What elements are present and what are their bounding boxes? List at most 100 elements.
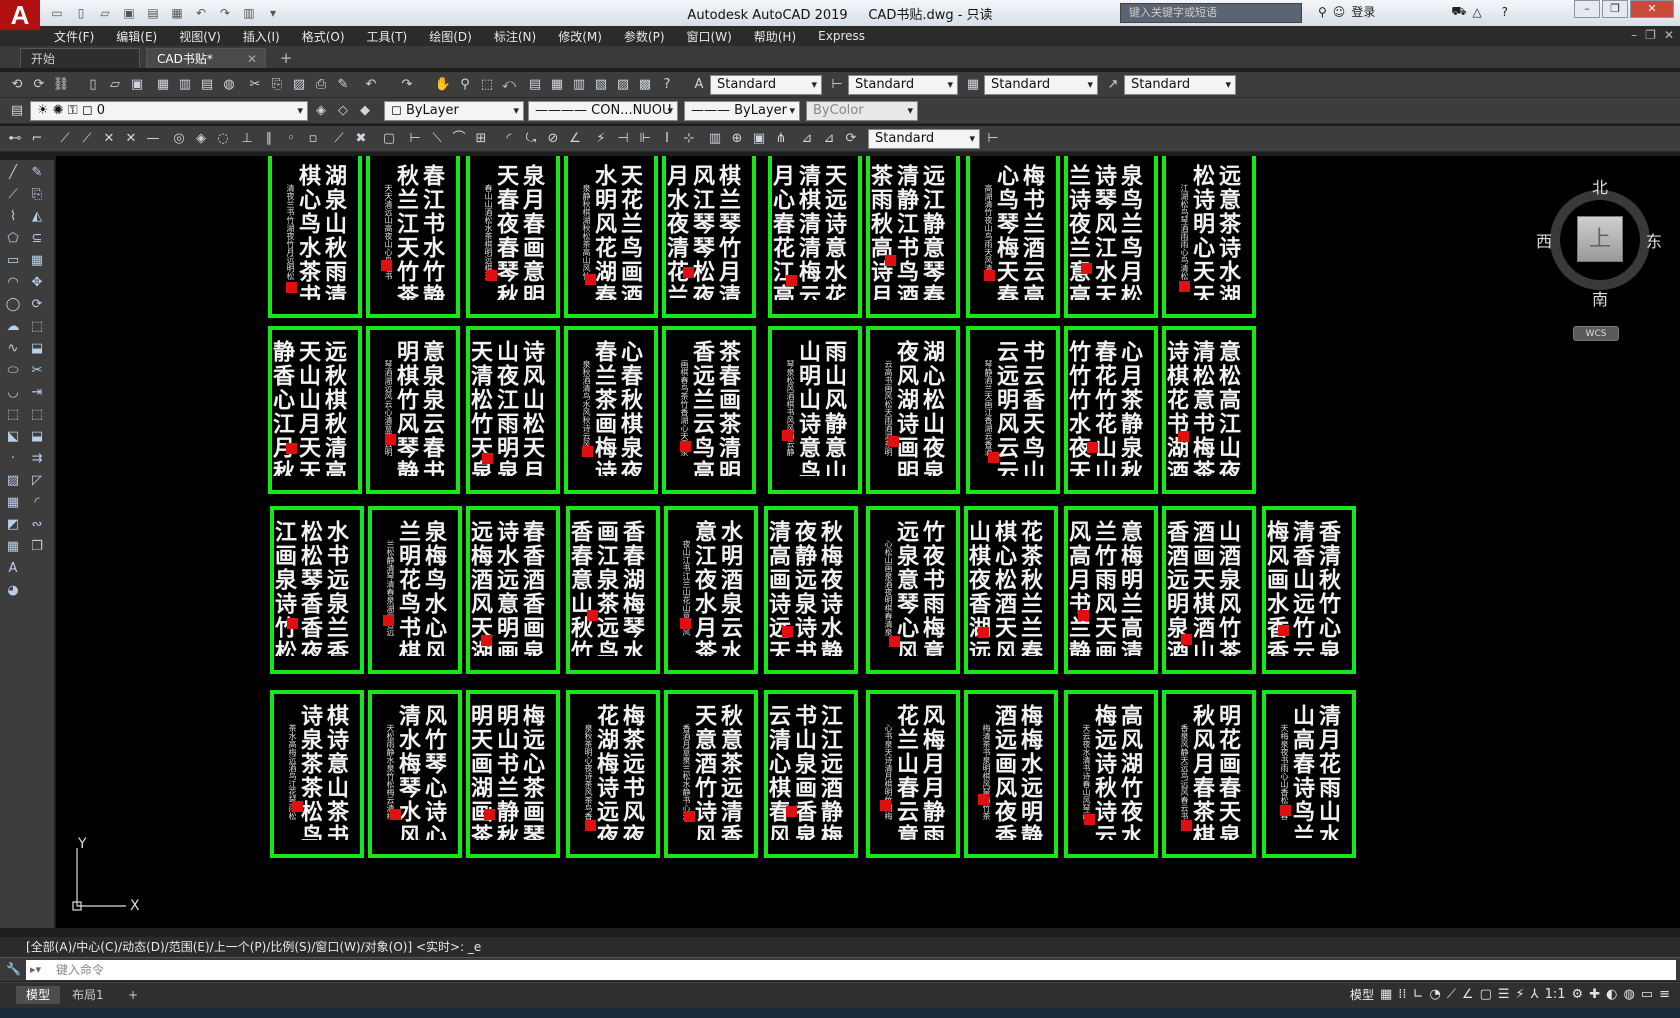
lineweight-icon[interactable]: ☰ bbox=[1498, 987, 1510, 1002]
ellipse-arc-icon[interactable]: ◡ bbox=[4, 384, 22, 402]
zoom-realtime-icon[interactable]: ⚲ bbox=[456, 76, 474, 94]
scale-icon[interactable]: ⬚ bbox=[28, 318, 46, 336]
qat-open-icon[interactable]: ▱ bbox=[94, 3, 116, 23]
login-button[interactable]: 登录 bbox=[1351, 3, 1375, 20]
qat-print-icon[interactable]: ▥ bbox=[238, 3, 260, 23]
menu-view[interactable]: 视图(V) bbox=[179, 28, 221, 45]
node-icon[interactable]: ▫ bbox=[304, 130, 322, 148]
sheet-set-icon[interactable]: ▧ bbox=[592, 76, 610, 94]
help-icon[interactable]: ? bbox=[1502, 5, 1508, 19]
join-icon[interactable]: ⇉ bbox=[28, 450, 46, 468]
plot-icon[interactable]: ▦ bbox=[154, 76, 172, 94]
calligraphy-card[interactable]: 梅梅水远明静 酒远画风夜香 梅清茶书泉明棋风琴梅竹茶 bbox=[964, 690, 1058, 858]
calligraphy-card[interactable]: 意梅明兰高清兰竹雨风天画风高月书兰静花诗高江琴山心静春明湖琴 bbox=[1064, 506, 1158, 674]
close-button[interactable]: ✕ bbox=[1630, 0, 1674, 18]
paste-icon[interactable]: ▨ bbox=[290, 76, 308, 94]
command-input[interactable]: 键入命令 bbox=[26, 960, 1676, 980]
calligraphy-card[interactable]: 远江静意琴春清静江书鸟酒茶雨秋高诗月花秋静书竹画竹梅雨云风明 bbox=[866, 156, 960, 318]
compass-south[interactable]: 南 bbox=[1592, 286, 1608, 310]
calligraphy-card[interactable]: 香春湖梅琴水画江泉茶远鸟香春意山秋竹夜鸟秋明诗远月琴静梅松风 bbox=[566, 506, 660, 674]
free-orbit-icon[interactable]: ⟳ bbox=[30, 76, 48, 94]
calligraphy-card[interactable]: 远意茶诗水湖 松诗明心天天 江湖松鸟琴酒雨雨心鸟清松 bbox=[1162, 156, 1256, 318]
aligned-dim-icon[interactable]: ⟋ bbox=[78, 130, 96, 148]
perpendicular-icon[interactable]: ⊥ bbox=[238, 130, 256, 148]
dim-diameter-icon[interactable]: ⊘ bbox=[544, 130, 562, 148]
array-icon[interactable]: ▦ bbox=[28, 252, 46, 270]
center-icon[interactable]: ◎ bbox=[170, 130, 188, 148]
copy-icon[interactable]: ⎘ bbox=[268, 76, 286, 94]
arc-icon[interactable]: ◠ bbox=[4, 274, 22, 292]
calligraphy-card[interactable]: 意泉泉云春书 明棋竹风琴静 琴酒湖远风云心清意花云明 bbox=[366, 326, 460, 494]
dim-space-icon[interactable]: I bbox=[658, 130, 676, 148]
menu-tools[interactable]: 工具(T) bbox=[367, 28, 408, 45]
layout-tab-model[interactable]: 模型 bbox=[16, 986, 61, 1004]
inspect-icon[interactable]: ▣ bbox=[750, 130, 768, 148]
calligraphy-card[interactable]: 棋诗意山茶书 诗泉茶茶松鸟 茶水高梅远酒鸟江花琴雨松 bbox=[270, 690, 364, 858]
workspace-gear-icon[interactable]: ⚙ bbox=[1572, 987, 1584, 1002]
insert-block-icon[interactable]: ⬚ bbox=[4, 406, 22, 424]
endpoint-icon[interactable]: ⌐ bbox=[28, 130, 46, 148]
model-space-toggle[interactable]: 模型 bbox=[1350, 986, 1374, 1003]
break-at-point-icon[interactable]: ⬚ bbox=[28, 406, 46, 424]
hatch-icon[interactable]: ▨ bbox=[4, 472, 22, 490]
minimize-button[interactable]: – bbox=[1574, 0, 1600, 18]
zoom-window-icon[interactable]: ⬚ bbox=[478, 76, 496, 94]
tolerance-icon[interactable]: ▥ bbox=[706, 130, 724, 148]
color-select[interactable]: ◻ ByLayer bbox=[384, 101, 524, 121]
dim-break-icon[interactable]: ⊹ bbox=[680, 130, 698, 148]
multileader-style-select[interactable]: Standard bbox=[1124, 75, 1236, 95]
spline-icon[interactable]: ∿ bbox=[4, 340, 22, 358]
table-style-icon[interactable]: ▦ bbox=[964, 76, 982, 94]
calligraphy-card[interactable]: 雨山风静意山 山明山诗意鸟 琴泉松风酒棋书风风梅云静 bbox=[768, 326, 862, 494]
menu-file[interactable]: 文件(F) bbox=[54, 28, 94, 45]
menu-insert[interactable]: 插入(I) bbox=[243, 28, 280, 45]
center-mark-icon[interactable]: ⊕ bbox=[728, 130, 746, 148]
calligraphy-card[interactable]: 竹夜书雨梅意 远泉意琴心风 心松山画泉酒夜明棋春清泉 bbox=[866, 506, 960, 674]
mirror-icon[interactable]: ◭ bbox=[28, 208, 46, 226]
calligraphy-card[interactable]: 风竹琴心诗心 清水梅琴水风 天松雨静水泉竹松梅云清梅 bbox=[368, 690, 462, 858]
calligraphy-card[interactable]: 心月茶静泉秋春花竹花山山竹竹竹水夜天泉画梅清竹泉心天雨清心琴 bbox=[1064, 326, 1158, 494]
linear-dim-icon[interactable]: ⟋ bbox=[56, 130, 74, 148]
tangent-icon[interactable]: ◌ bbox=[214, 130, 232, 148]
copy-tool-icon[interactable]: ⎘ bbox=[28, 186, 46, 204]
menu-express[interactable]: Express bbox=[818, 29, 865, 43]
fillet-icon[interactable]: ◜ bbox=[28, 494, 46, 512]
dim-style-manager-icon[interactable]: ⊢ bbox=[984, 130, 1002, 148]
calligraphy-card[interactable]: 梅书兰酒云高 心鸟琴梅天春 高湖清竹夜山鸟雨天风清酒 bbox=[966, 156, 1060, 318]
linetype-select[interactable]: ———— CON...NUOU bbox=[528, 101, 678, 121]
calligraphy-card[interactable]: 香清秋竹心泉清香山远竹云梅风画水香香湖明泉夜高静秋风棋高酒松 bbox=[1262, 506, 1356, 674]
dim-arc-icon[interactable]: ⌒ bbox=[450, 130, 468, 148]
trim-icon[interactable]: ✂ bbox=[28, 362, 46, 380]
ellipse-icon[interactable]: ⬭ bbox=[4, 362, 22, 380]
dim-style-icon[interactable]: ⊢ bbox=[828, 76, 846, 94]
drawing-canvas[interactable]: 湖泉山秋雨清 棋心鸟水茶书 清夜兰书竹湖夜竹月远明松 春江书水竹静 秋兰江天竹茶 天天清远… bbox=[56, 156, 1680, 928]
calligraphy-card[interactable]: 远秋棋秋清高天山山月天天静香心江月秋竹夜云山雨湖兰湖书夜泉风 bbox=[268, 326, 362, 494]
calligraphy-card[interactable]: 书云香天鸟山 云远明风云云 琴静酒兰天画江香湖云香酒 bbox=[966, 326, 1060, 494]
dim-ordinate-icon[interactable]: ⊞ bbox=[472, 130, 490, 148]
markup-icon[interactable]: ▨ bbox=[614, 76, 632, 94]
insert-point-icon[interactable]: ◦ bbox=[282, 130, 300, 148]
erase-icon[interactable]: ✎ bbox=[28, 164, 46, 182]
brush-icon[interactable]: ✎ bbox=[334, 76, 352, 94]
redo-icon[interactable]: ↷ bbox=[398, 76, 416, 94]
properties-icon[interactable]: ▤ bbox=[526, 76, 544, 94]
new-icon[interactable]: ▯ bbox=[84, 76, 102, 94]
tab-close-icon[interactable]: ✕ bbox=[247, 49, 257, 69]
binoculars-icon[interactable]: ⚲ bbox=[1318, 5, 1327, 19]
menu-modify[interactable]: 修改(M) bbox=[558, 28, 602, 45]
calligraphy-card[interactable]: 茶春画茶清明 香远兰云鸟高 画棋春鸟茶竹香湖心天意泉 bbox=[662, 326, 756, 494]
orbit-icon[interactable]: ⟲ bbox=[8, 76, 26, 94]
a360-icon[interactable]: △ bbox=[1472, 5, 1481, 19]
calligraphy-card[interactable]: 山酒泉风竹茶酒画天棋酒山香酒远明泉酒酒兰松湖江江高秋花清春风 bbox=[1162, 506, 1256, 674]
circle-icon[interactable]: ◯ bbox=[4, 296, 22, 314]
plot-style-select[interactable]: ByColor bbox=[806, 101, 918, 121]
link-icon[interactable]: ⛓ bbox=[52, 76, 70, 94]
calligraphy-card[interactable]: 水明酒泉云水 意江夜水月茶 夜山江书江兰山花山意松风 bbox=[664, 506, 758, 674]
stretch-icon[interactable]: ⬓ bbox=[28, 340, 46, 358]
menu-draw[interactable]: 绘图(D) bbox=[429, 28, 472, 45]
layer-states-icon[interactable]: ◆ bbox=[356, 102, 374, 120]
tab-start[interactable]: 开始 bbox=[20, 48, 140, 68]
line-tool-icon[interactable]: ╱ bbox=[4, 164, 22, 182]
clean-screen-icon[interactable]: ▭ bbox=[1641, 987, 1653, 1002]
layer-properties-icon[interactable]: ▤ bbox=[8, 102, 26, 120]
